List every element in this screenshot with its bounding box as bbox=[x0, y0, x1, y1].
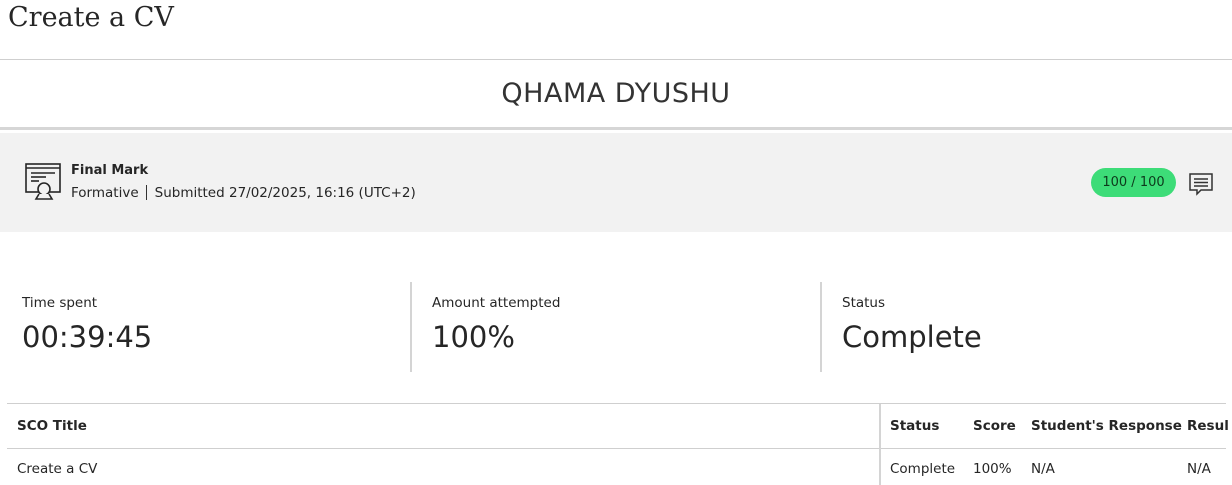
stat-label: Status bbox=[842, 295, 886, 311]
divider bbox=[820, 282, 822, 372]
divider bbox=[7, 448, 1226, 449]
sco-table: SCO Title Status Score Student's Respons… bbox=[7, 403, 1229, 485]
cell-status: Complete bbox=[890, 461, 956, 477]
stat-value: 00:39:45 bbox=[22, 320, 153, 354]
divider bbox=[0, 59, 1232, 60]
stat-label: Amount attempted bbox=[432, 295, 561, 311]
separator bbox=[145, 185, 147, 200]
grade-panel: Final Mark Formative Submitted 27/02/2025… bbox=[0, 133, 1232, 232]
cell-result: N/A bbox=[1187, 461, 1211, 477]
cell-student-response: N/A bbox=[1031, 461, 1055, 477]
page-title: Create a CV bbox=[8, 2, 174, 33]
stat-value: 100% bbox=[432, 320, 515, 354]
certificate-icon bbox=[24, 161, 62, 201]
grade-meta: Formative Submitted 27/02/2025, 16:16 (UT… bbox=[71, 185, 416, 201]
stat-label: Time spent bbox=[22, 295, 98, 311]
column-divider bbox=[879, 404, 881, 485]
grade-category: Formative bbox=[71, 185, 139, 201]
column-header-score: Score bbox=[973, 418, 1016, 434]
score-badge[interactable]: 100 / 100 bbox=[1091, 168, 1176, 197]
cell-score: 100% bbox=[973, 461, 1012, 477]
column-header-status: Status bbox=[890, 418, 940, 434]
column-header-sco-title: SCO Title bbox=[17, 418, 87, 434]
submitted-date: Submitted 27/02/2025, 16:16 (UTC+2) bbox=[154, 185, 416, 201]
student-name: QHAMA DYUSHU bbox=[501, 78, 731, 109]
divider bbox=[410, 282, 412, 372]
grade-title: Final Mark bbox=[71, 163, 149, 178]
column-header-student-response: Student's Response bbox=[1031, 418, 1182, 434]
divider bbox=[0, 127, 1232, 130]
column-header-result: Resul bbox=[1187, 418, 1229, 434]
feedback-icon[interactable] bbox=[1188, 171, 1214, 197]
cell-sco-title[interactable]: Create a CV bbox=[17, 461, 97, 477]
stat-value: Complete bbox=[842, 320, 982, 354]
